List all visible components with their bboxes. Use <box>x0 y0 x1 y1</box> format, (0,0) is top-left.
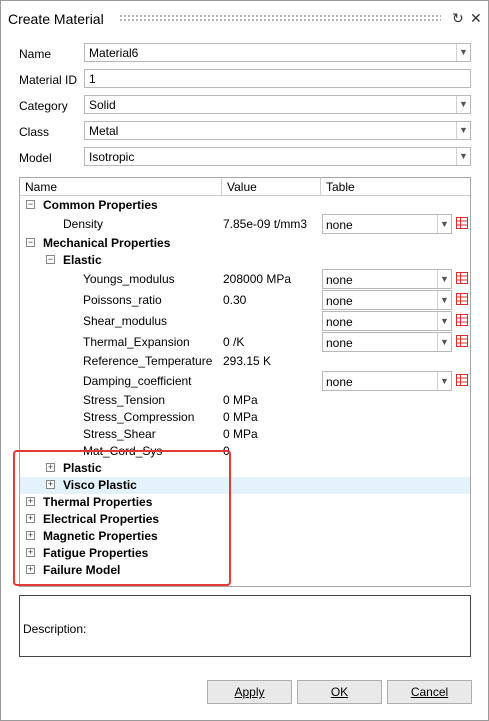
chevron-down-icon[interactable]: ▼ <box>456 148 470 165</box>
material-id-value: 1 <box>89 72 96 86</box>
row-value: 293.15 K <box>223 354 272 368</box>
row-value: 0.30 <box>223 293 247 307</box>
table-icon[interactable] <box>456 314 468 326</box>
row-label: Mechanical Properties <box>43 236 171 250</box>
tree-row-stress-compression[interactable]: Stress_Compression 0 MPa <box>20 409 470 426</box>
row-label: Elastic <box>63 253 102 267</box>
chevron-down-icon[interactable]: ▼ <box>437 270 451 288</box>
row-label: Youngs_modulus <box>83 272 175 286</box>
refresh-icon[interactable]: ↻ <box>452 10 464 27</box>
model-value: Isotropic <box>89 150 135 164</box>
table-select-value: none <box>326 294 353 308</box>
table-select-value: none <box>326 273 353 287</box>
dialog-title: Create Material <box>8 11 104 27</box>
cancel-label: Cancel <box>410 685 449 699</box>
tree-row-common-properties[interactable]: − Common Properties <box>20 197 470 214</box>
chevron-down-icon[interactable]: ▼ <box>456 122 470 139</box>
table-select[interactable]: none ▼ <box>322 311 452 331</box>
table-icon[interactable] <box>456 272 468 284</box>
tree-row-elastic[interactable]: − Elastic <box>20 252 470 269</box>
chevron-down-icon[interactable]: ▼ <box>437 372 451 390</box>
chevron-down-icon[interactable]: ▼ <box>437 291 451 309</box>
tree-row-stress-shear[interactable]: Stress_Shear 0 MPa <box>20 426 470 443</box>
title-bar[interactable]: Create Material ↻ ✕ <box>1 1 488 37</box>
table-select[interactable]: none ▼ <box>322 290 452 310</box>
row-value: 0 MPa <box>223 410 258 424</box>
category-value: Solid <box>89 98 116 112</box>
category-select[interactable]: Solid ▼ <box>84 95 471 114</box>
tree-row-mechanical-properties[interactable]: − Mechanical Properties <box>20 235 470 252</box>
table-select-value: none <box>326 375 353 389</box>
row-label: Stress_Compression <box>83 410 195 424</box>
tree-row-shear-modulus[interactable]: Shear_modulus none ▼ <box>20 311 470 331</box>
chevron-down-icon[interactable]: ▼ <box>456 96 470 113</box>
material-id-label: Material ID <box>19 73 78 87</box>
tree-row-poissons-ratio[interactable]: Poissons_ratio 0.30 none ▼ <box>20 290 470 310</box>
table-icon[interactable] <box>456 335 468 347</box>
row-label: Poissons_ratio <box>83 293 162 307</box>
highlight-box <box>13 450 231 586</box>
name-label: Name <box>19 47 52 61</box>
ok-button[interactable]: OK <box>297 680 382 704</box>
table-icon[interactable] <box>456 293 468 305</box>
chevron-down-icon[interactable]: ▼ <box>437 312 451 330</box>
tree-row-reference-temperature[interactable]: Reference_Temperature 293.15 K <box>20 353 470 370</box>
row-label: Reference_Temperature <box>83 354 213 368</box>
chevron-down-icon[interactable]: ▼ <box>456 44 470 61</box>
row-value: 0 /K <box>223 335 245 349</box>
row-value: 0 MPa <box>223 427 258 441</box>
name-field[interactable]: Material6 ▼ <box>84 43 471 62</box>
tree-row-stress-tension[interactable]: Stress_Tension 0 MPa <box>20 392 470 409</box>
row-label: Damping_coefficient <box>83 374 192 388</box>
table-icon[interactable] <box>456 374 468 386</box>
tree-row-damping-coefficient[interactable]: Damping_coefficient none ▼ <box>20 371 470 391</box>
material-id-field[interactable]: 1 <box>84 69 471 88</box>
tree-row-density[interactable]: Density 7.85e-09 t/mm3 none ▼ <box>20 214 470 234</box>
row-label: Density <box>63 217 104 231</box>
collapse-icon[interactable]: − <box>26 200 35 209</box>
chevron-down-icon[interactable]: ▼ <box>437 333 451 351</box>
name-value: Material6 <box>89 46 139 60</box>
collapse-icon[interactable]: − <box>46 255 55 264</box>
table-select[interactable]: none ▼ <box>322 371 452 391</box>
row-value: 208000 MPa <box>223 272 292 286</box>
class-select[interactable]: Metal ▼ <box>84 121 471 140</box>
class-value: Metal <box>89 124 119 138</box>
ok-label: OK <box>330 685 349 699</box>
model-label: Model <box>19 151 52 165</box>
table-select-value: none <box>326 336 353 350</box>
tree-row-youngs-modulus[interactable]: Youngs_modulus 208000 MPa none ▼ <box>20 269 470 289</box>
table-select-value: none <box>326 218 353 232</box>
table-select-value: none <box>326 315 353 329</box>
table-icon[interactable] <box>456 217 468 229</box>
apply-label: Apply <box>234 685 265 699</box>
collapse-icon[interactable]: − <box>26 238 35 247</box>
row-label: Stress_Shear <box>83 427 156 441</box>
row-value: 7.85e-09 t/mm3 <box>223 217 308 231</box>
table-select[interactable]: none ▼ <box>322 269 452 289</box>
row-label: Shear_modulus <box>83 314 168 328</box>
description-label: Description: <box>23 622 87 636</box>
create-material-dialog: Create Material ↻ ✕ Name Material6 ▼ Mat… <box>0 0 489 721</box>
class-label: Class <box>19 125 50 139</box>
table-select[interactable]: none ▼ <box>322 332 452 352</box>
table-select[interactable]: none ▼ <box>322 214 452 234</box>
apply-button[interactable]: Apply <box>207 680 292 704</box>
drag-grip[interactable] <box>119 14 441 21</box>
category-label: Category <box>19 99 68 113</box>
column-header-name[interactable]: Name <box>20 178 222 196</box>
cancel-button[interactable]: Cancel <box>387 680 472 704</box>
column-header-table[interactable]: Table <box>321 178 470 196</box>
model-select[interactable]: Isotropic ▼ <box>84 147 471 166</box>
tree-row-thermal-expansion[interactable]: Thermal_Expansion 0 /K none ▼ <box>20 332 470 352</box>
close-icon[interactable]: ✕ <box>470 10 482 27</box>
row-label: Thermal_Expansion <box>83 335 190 349</box>
row-label: Stress_Tension <box>83 393 166 407</box>
chevron-down-icon[interactable]: ▼ <box>437 215 451 233</box>
column-header-value[interactable]: Value <box>222 178 321 196</box>
row-value: 0 MPa <box>223 393 258 407</box>
description-box: Description: <box>19 595 471 657</box>
row-label: Common Properties <box>43 198 158 212</box>
